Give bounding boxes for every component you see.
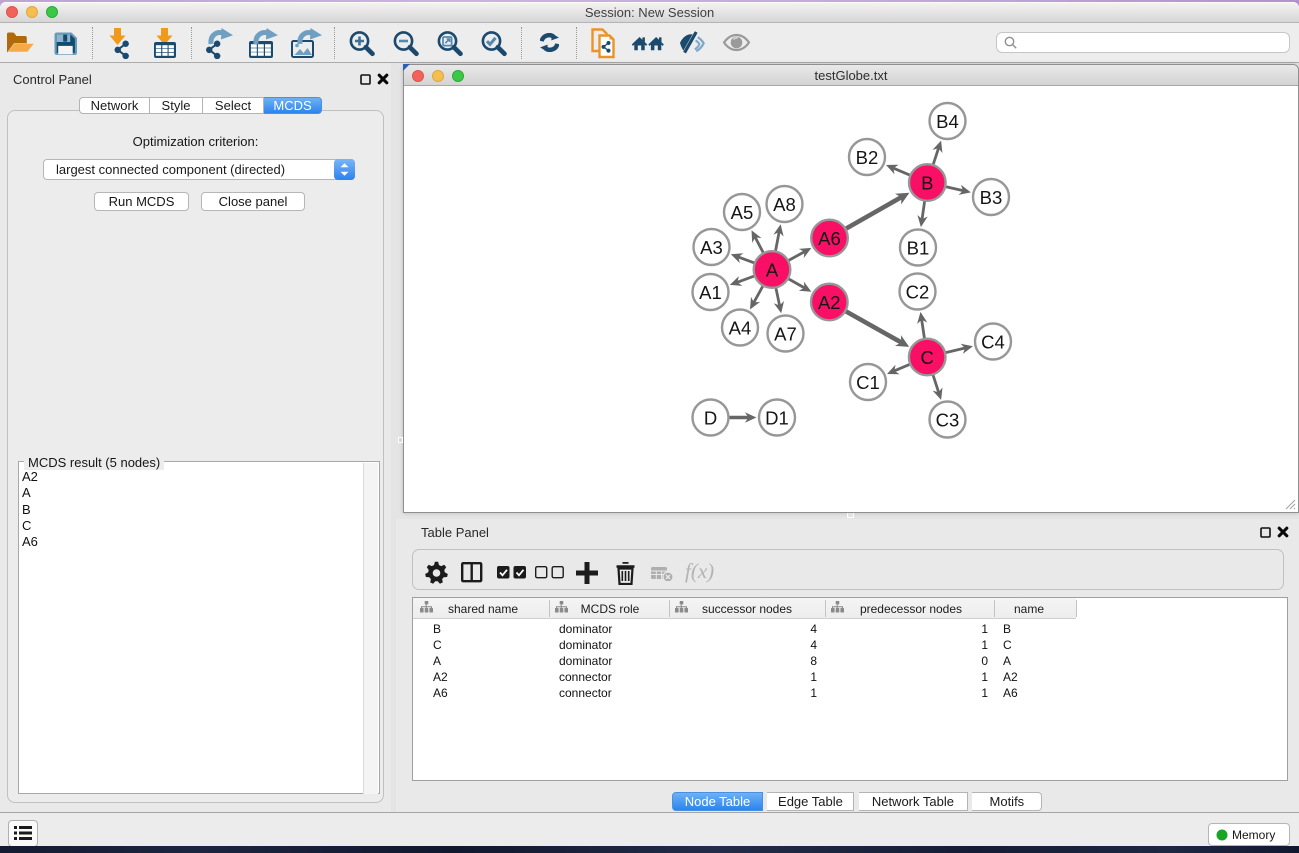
svg-text:C3: C3 (936, 410, 960, 431)
svg-text:f(x): f(x) (685, 562, 714, 583)
svg-text:C4: C4 (981, 332, 1005, 353)
svg-text:A2: A2 (818, 292, 841, 313)
svg-text:A8: A8 (773, 194, 796, 215)
svg-text:A: A (766, 260, 779, 281)
svg-text:B3: B3 (980, 187, 1003, 208)
svg-text:A4: A4 (729, 318, 752, 339)
svg-text:A7: A7 (774, 324, 797, 345)
svg-text:A3: A3 (700, 237, 723, 258)
svg-text:C1: C1 (856, 372, 880, 393)
svg-text:B2: B2 (856, 147, 879, 168)
svg-text:C2: C2 (906, 282, 930, 303)
svg-text:D: D (704, 408, 717, 429)
svg-text:C: C (921, 347, 934, 368)
svg-text:D1: D1 (765, 408, 789, 429)
svg-text:B: B (921, 173, 933, 194)
svg-text:A5: A5 (731, 202, 754, 223)
svg-text:B4: B4 (936, 111, 959, 132)
svg-text:A6: A6 (818, 228, 841, 249)
svg-text:A1: A1 (699, 282, 722, 303)
svg-text:B1: B1 (907, 238, 930, 259)
